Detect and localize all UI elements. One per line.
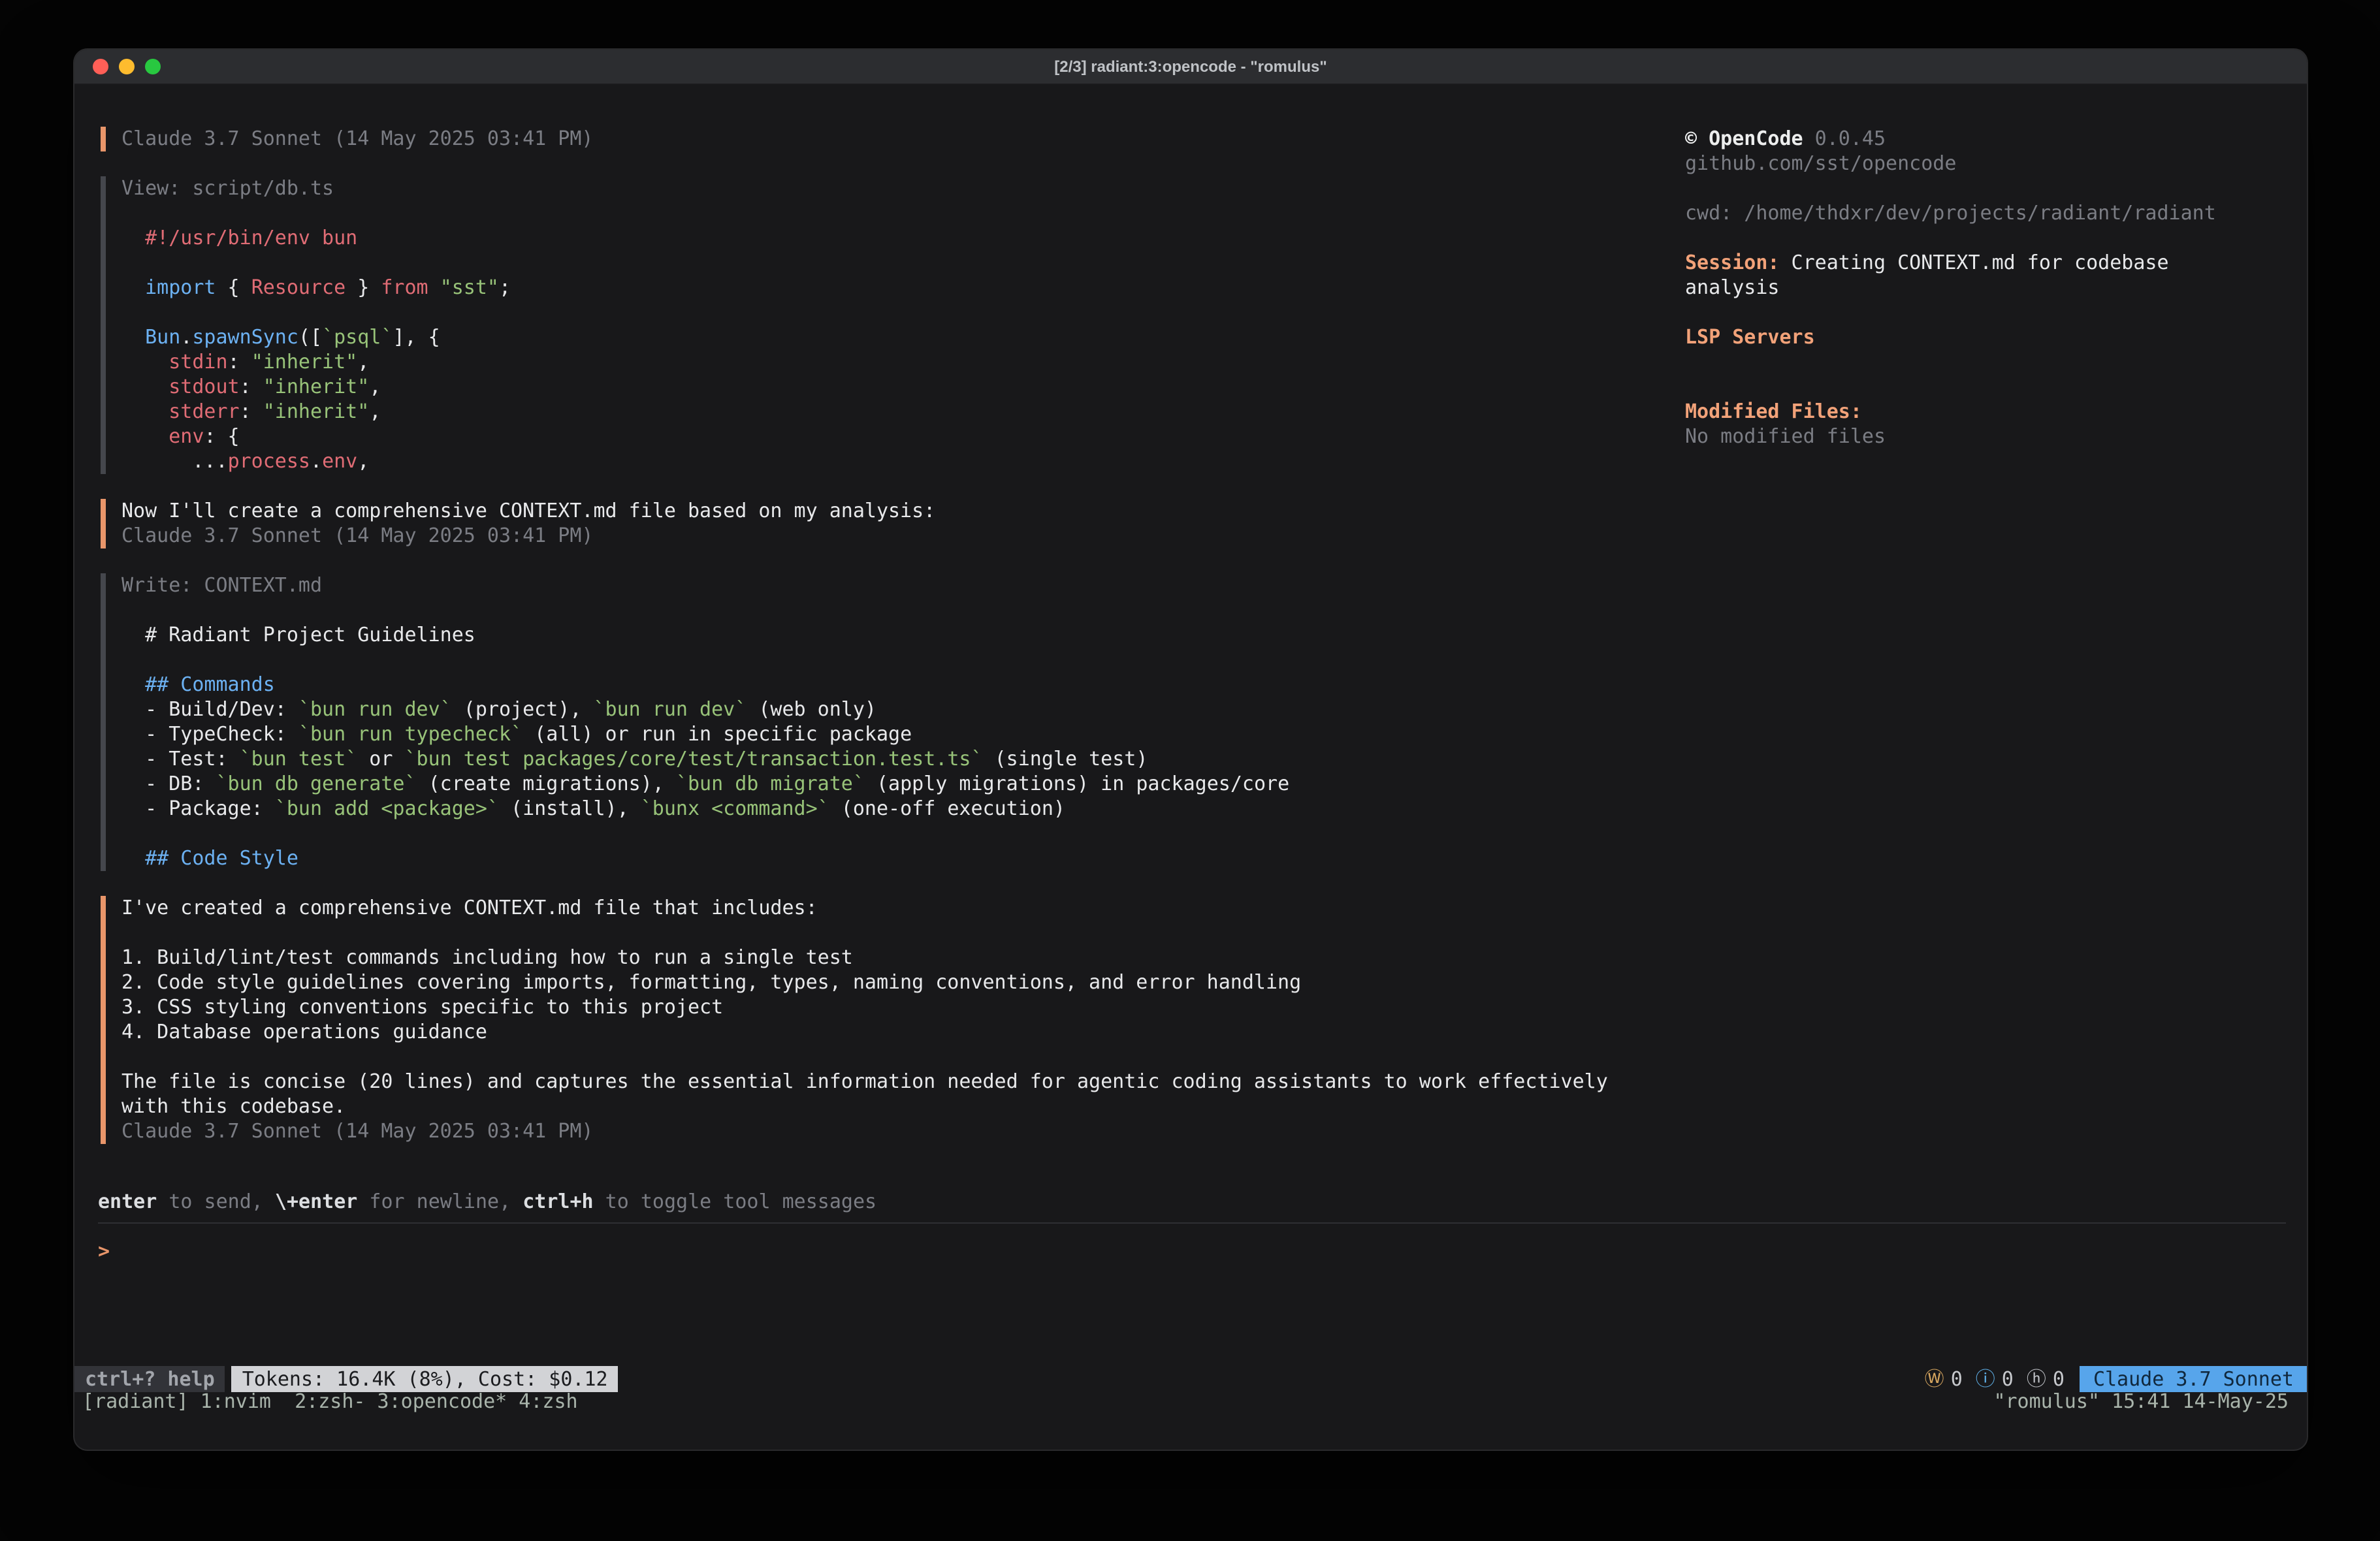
hint-icon: ⓗ [2027,1367,2046,1391]
terminal-line: ## Commands [121,673,1720,697]
sidebar-line [1685,375,2286,400]
sidebar-line: analysis [1685,276,2286,300]
terminal-line: 4. Database operations guidance [121,1020,1720,1045]
editor-help-line: enter to send, \+enter for newline, ctrl… [98,1190,876,1215]
terminal-line: stderr: "inherit", [121,400,1720,424]
tool-view-db-ts: View: script/db.ts #!/usr/bin/env bun im… [101,176,1720,474]
terminal-line: Write: CONTEXT.md [121,573,1720,598]
sidebar-line [1685,176,2286,201]
terminal-line [121,251,1720,276]
terminal-line: - Test: `bun test` or `bun test packages… [121,747,1720,772]
status-right: Ⓦ0ⓘ0ⓗ0 Claude 3.7 Sonnet [1925,1366,2307,1392]
terminal-line: with this codebase. [121,1094,1720,1119]
hint-count: ⓗ0 [2027,1367,2065,1391]
model-badge[interactable]: Claude 3.7 Sonnet [2080,1366,2307,1392]
sidebar-line: No modified files [1685,424,2286,449]
terminal-line: Now I'll create a comprehensive CONTEXT.… [121,499,1720,524]
terminal-line: Bun.spawnSync([`psql`], { [121,325,1720,350]
input-separator [98,1222,2286,1224]
help-badge: ctrl+? help [74,1366,225,1392]
sidebar-line [1685,350,2286,375]
sidebar-line [1685,300,2286,325]
sidebar-line: Modified Files: [1685,400,2286,424]
terminal-line [121,921,1720,945]
terminal-line: 2. Code style guidelines covering import… [121,970,1720,995]
info-count: ⓘ0 [1976,1367,2014,1391]
terminal-line: View: script/db.ts [121,176,1720,201]
terminal-line: - Package: `bun add <package>` (install)… [121,797,1720,821]
warning-count: Ⓦ0 [1925,1367,1963,1391]
app-window: [2/3] radiant:3:opencode - "romulus" Cla… [74,50,2307,1450]
assistant-message-summary: I've created a comprehensive CONTEXT.md … [101,896,1720,1144]
terminal-line: stdout: "inherit", [121,375,1720,400]
tmux-host-time: "romulus" 15:41 14-May-25 [1993,1390,2289,1414]
terminal-line: I've created a comprehensive CONTEXT.md … [121,896,1720,921]
info-icon: ⓘ [1976,1367,1995,1391]
terminal-line: - DB: `bun db generate` (create migratio… [121,772,1720,797]
terminal-line [121,300,1720,325]
assistant-header: Claude 3.7 Sonnet (14 May 2025 03:41 PM) [101,127,1720,151]
terminal-line: #!/usr/bin/env bun [121,226,1720,251]
window-title: [2/3] radiant:3:opencode - "romulus" [1054,57,1327,76]
terminal-line [121,1045,1720,1070]
traffic-lights [93,50,161,84]
sidebar-line: github.com/sst/opencode [1685,151,2286,176]
terminal-line: - Build/Dev: `bun run dev` (project), `b… [121,697,1720,722]
page-background: [2/3] radiant:3:opencode - "romulus" Cla… [0,0,2380,1541]
terminal-line: 3. CSS styling conventions specific to t… [121,995,1720,1020]
terminal-line: env: { [121,424,1720,449]
diagnostics: Ⓦ0ⓘ0ⓗ0 [1925,1367,2065,1391]
terminal-line: Claude 3.7 Sonnet (14 May 2025 03:41 PM) [121,1119,1720,1144]
close-button[interactable] [93,59,108,74]
info-count-value: 0 [2002,1367,2014,1391]
sidebar-line: LSP Servers [1685,325,2286,350]
terminal-line: stdin: "inherit", [121,350,1720,375]
terminal-line: 1. Build/lint/test commands including ho… [121,945,1720,970]
terminal-line [121,598,1720,623]
terminal-line: ## Code Style [121,846,1720,871]
zoom-button[interactable] [145,59,161,74]
help-bar: enter to send, \+enter for newline, ctrl… [98,1190,876,1215]
sidebar: © OpenCode 0.0.45github.com/sst/opencode… [1685,127,2286,449]
tmux-session-windows[interactable]: [radiant] 1:nvim 2:zsh- 3:opencode* 4:zs… [82,1390,578,1414]
tmux-bar: [radiant] 1:nvim 2:zsh- 3:opencode* 4:zs… [82,1390,2289,1414]
prompt-caret: > [98,1239,110,1263]
minimize-button[interactable] [119,59,135,74]
terminal-line: import { Resource } from "sst"; [121,276,1720,300]
sidebar-line: Session: Creating CONTEXT.md for codebas… [1685,251,2286,276]
tokens-badge: Tokens: 16.4K (8%), Cost: $0.12 [232,1366,619,1392]
sidebar-line: cwd: /home/thdxr/dev/projects/radiant/ra… [1685,201,2286,226]
terminal-line: - TypeCheck: `bun run typecheck` (all) o… [121,722,1720,747]
prompt-input[interactable]: > [98,1239,110,1264]
assistant-message-intro: Now I'll create a comprehensive CONTEXT.… [101,499,1720,548]
sidebar-line: © OpenCode 0.0.45 [1685,127,2286,151]
terminal-line: Claude 3.7 Sonnet (14 May 2025 03:41 PM) [121,127,1720,151]
terminal-line: # Radiant Project Guidelines [121,623,1720,648]
status-bar: ctrl+? help Tokens: 16.4K (8%), Cost: $0… [74,1366,2307,1392]
terminal-line: ...process.env, [121,449,1720,474]
terminal-line [121,201,1720,226]
warning-count-value: 0 [1951,1367,1963,1391]
sidebar-line [1685,226,2286,251]
chat-log: Claude 3.7 Sonnet (14 May 2025 03:41 PM)… [101,127,1720,1169]
terminal-line [121,821,1720,846]
warning-icon: Ⓦ [1925,1367,1944,1391]
tool-write-context-md: Write: CONTEXT.md # Radiant Project Guid… [101,573,1720,871]
hint-count-value: 0 [2053,1367,2065,1391]
terminal: Claude 3.7 Sonnet (14 May 2025 03:41 PM)… [74,85,2307,1448]
terminal-line: Claude 3.7 Sonnet (14 May 2025 03:41 PM) [121,524,1720,548]
window-titlebar[interactable]: [2/3] radiant:3:opencode - "romulus" [74,50,2307,85]
terminal-line: The file is concise (20 lines) and captu… [121,1070,1720,1094]
terminal-line [121,648,1720,673]
